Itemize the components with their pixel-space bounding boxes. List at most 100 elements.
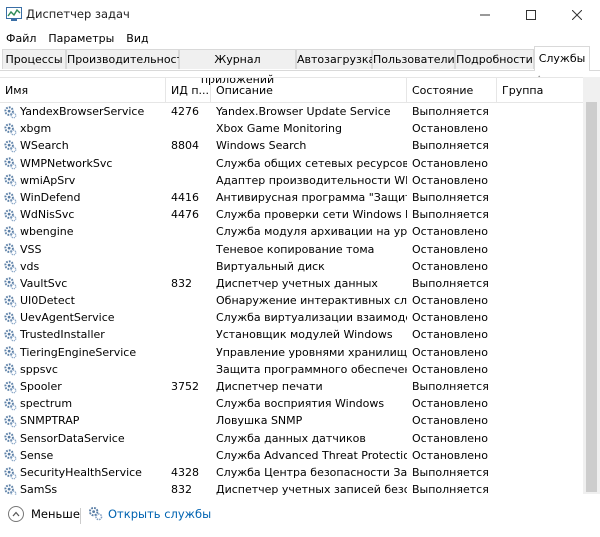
service-state: Остановлено bbox=[412, 362, 488, 376]
table-row[interactable]: TieringEngineService Управление уровнями … bbox=[0, 344, 583, 361]
service-description: Служба Advanced Threat Protectio... bbox=[216, 448, 407, 462]
service-gear-icon bbox=[4, 398, 17, 411]
table-row[interactable]: UI0Detect Обнаружение интерактивных служб… bbox=[0, 292, 583, 309]
service-name: Sense bbox=[20, 448, 54, 462]
column-header-description[interactable]: Описание bbox=[211, 78, 407, 102]
service-name-cell: spectrum bbox=[0, 395, 166, 412]
service-pid bbox=[166, 241, 211, 258]
table-row[interactable]: Spooler 3752 Диспетчер печати Выполняется bbox=[0, 378, 583, 395]
table-row[interactable]: VSS Теневое копирование тома Остановлено bbox=[0, 241, 583, 258]
service-pid: 832 bbox=[171, 483, 192, 495]
service-group bbox=[497, 481, 583, 495]
tab-startup[interactable]: Автозагрузка bbox=[296, 49, 375, 69]
close-button[interactable] bbox=[554, 0, 600, 29]
column-header-group[interactable]: Группа bbox=[497, 78, 583, 102]
service-name: VSS bbox=[20, 242, 42, 256]
service-description: Управление уровнями хранилища bbox=[216, 345, 407, 359]
table-row[interactable]: VaultSvc 832 Диспетчер учетных данных Выпол… bbox=[0, 275, 583, 292]
service-gear-icon bbox=[4, 260, 17, 273]
maximize-button[interactable] bbox=[508, 0, 554, 29]
menu-file[interactable]: Файл bbox=[0, 29, 42, 48]
service-state: Остановлено bbox=[412, 294, 488, 308]
service-name-cell: Spooler bbox=[0, 378, 166, 395]
table-row[interactable]: wbengine Служба модуля архивации на уров.… bbox=[0, 223, 583, 240]
scrollbar-thumb[interactable] bbox=[586, 102, 597, 492]
service-pid bbox=[166, 395, 211, 412]
table-row[interactable]: YandexBrowserService 4276 Yandex.Browser U… bbox=[0, 103, 583, 120]
vertical-scrollbar[interactable] bbox=[583, 77, 600, 494]
tab-app-history[interactable]: Журнал приложений bbox=[179, 49, 296, 86]
table-row[interactable]: WinDefend 4416 Антивирусная программа "Защ… bbox=[0, 189, 583, 206]
chevron-up-icon bbox=[8, 506, 24, 522]
tab-services[interactable]: Службы bbox=[534, 46, 590, 71]
table-row[interactable]: TrustedInstaller Установщик модулей Windo… bbox=[0, 326, 583, 343]
service-description: Служба общих сетевых ресурсов п... bbox=[216, 156, 407, 170]
service-description: Защита программного обеспечен... bbox=[216, 362, 407, 376]
menu-view[interactable]: Вид bbox=[120, 29, 154, 48]
table-row[interactable]: SamSs 832 Диспетчер учетных записей безоп.… bbox=[0, 481, 583, 495]
menu-options[interactable]: Параметры bbox=[42, 29, 120, 48]
table-row[interactable]: xbgm Xbox Game Monitoring Остановлено bbox=[0, 120, 583, 137]
service-gear-icon bbox=[4, 191, 17, 204]
tab-details[interactable]: Подробности bbox=[455, 49, 534, 69]
service-name-cell: SensorDataService bbox=[0, 430, 166, 447]
service-state: Выполняется bbox=[412, 105, 489, 118]
service-name-cell: VSS bbox=[0, 241, 166, 258]
table-row[interactable]: wmiApSrv Адаптер производительности WMI Ос… bbox=[0, 172, 583, 189]
column-header-pid[interactable]: ИД п... bbox=[166, 78, 211, 102]
service-name-cell: UevAgentService bbox=[0, 309, 166, 326]
service-description: Установщик модулей Windows bbox=[216, 328, 393, 342]
service-group bbox=[497, 326, 583, 343]
table-row[interactable]: Sense Служба Advanced Threat Protectio...… bbox=[0, 447, 583, 464]
service-group bbox=[497, 309, 583, 326]
service-state: Остановлено bbox=[412, 156, 488, 170]
service-gear-icon bbox=[4, 209, 17, 222]
service-group bbox=[497, 120, 583, 137]
service-name: UevAgentService bbox=[20, 311, 115, 325]
table-row[interactable]: WSearch 8804 Windows Search Выполняется bbox=[0, 137, 583, 154]
service-description: Служба проверки сети Windows D... bbox=[216, 208, 407, 222]
table-row[interactable]: vds Виртуальный диск Остановлено bbox=[0, 258, 583, 275]
tab-performance[interactable]: Производительность bbox=[66, 49, 190, 69]
service-group bbox=[497, 206, 583, 223]
table-row[interactable]: SecurityHealthService 4328 Служба Центра б… bbox=[0, 464, 583, 481]
service-name: SamSs bbox=[20, 483, 58, 495]
table-row[interactable]: spectrum Служба восприятия Windows Останов… bbox=[0, 395, 583, 412]
service-group bbox=[497, 172, 583, 189]
service-state: Остановлено bbox=[412, 397, 488, 411]
service-gear-icon bbox=[4, 226, 17, 239]
service-name: Spooler bbox=[20, 380, 62, 393]
service-group bbox=[497, 275, 583, 292]
service-gear-icon bbox=[4, 312, 17, 325]
fewer-details-button[interactable]: Меньше bbox=[8, 506, 80, 522]
service-pid bbox=[166, 155, 211, 172]
service-pid bbox=[166, 430, 211, 447]
service-state: Выполняется bbox=[412, 139, 489, 153]
table-row[interactable]: WMPNetworkSvc Служба общих сетевых ресурс… bbox=[0, 155, 583, 172]
service-state: Остановлено bbox=[412, 345, 488, 359]
service-pid: 4476 bbox=[171, 208, 199, 222]
service-state: Остановлено bbox=[412, 242, 488, 256]
service-state: Остановлено bbox=[412, 173, 488, 187]
minimize-button[interactable] bbox=[462, 0, 508, 29]
tab-users[interactable]: Пользователи bbox=[372, 49, 455, 69]
table-row[interactable]: SensorDataService Служба данных датчиков О… bbox=[0, 430, 583, 447]
service-gear-icon bbox=[4, 449, 17, 462]
service-description: Xbox Game Monitoring bbox=[216, 122, 342, 136]
service-description: Антивирусная программа "Защит... bbox=[216, 190, 407, 204]
table-row[interactable]: sppsvc Защита программного обеспечен... Ос… bbox=[0, 361, 583, 378]
service-pid bbox=[166, 172, 211, 189]
services-gear-icon bbox=[88, 506, 103, 521]
table-row[interactable]: UevAgentService Служба виртуализации взаи… bbox=[0, 309, 583, 326]
service-pid: 8804 bbox=[171, 139, 199, 153]
service-name: UI0Detect bbox=[20, 294, 75, 308]
table-row[interactable]: WdNisSvc 4476 Служба проверки сети Windows… bbox=[0, 206, 583, 223]
service-name: SecurityHealthService bbox=[20, 465, 142, 479]
tab-processes[interactable]: Процессы bbox=[2, 49, 66, 69]
open-services-link[interactable]: Открыть службы bbox=[88, 506, 211, 521]
service-gear-icon bbox=[4, 484, 17, 495]
column-header-state[interactable]: Состояние bbox=[407, 78, 497, 102]
service-gear-icon bbox=[4, 277, 17, 290]
table-row[interactable]: SNMPTRAP Ловушка SNMP Остановлено bbox=[0, 412, 583, 429]
column-header-name[interactable]: Имя bbox=[0, 78, 166, 102]
